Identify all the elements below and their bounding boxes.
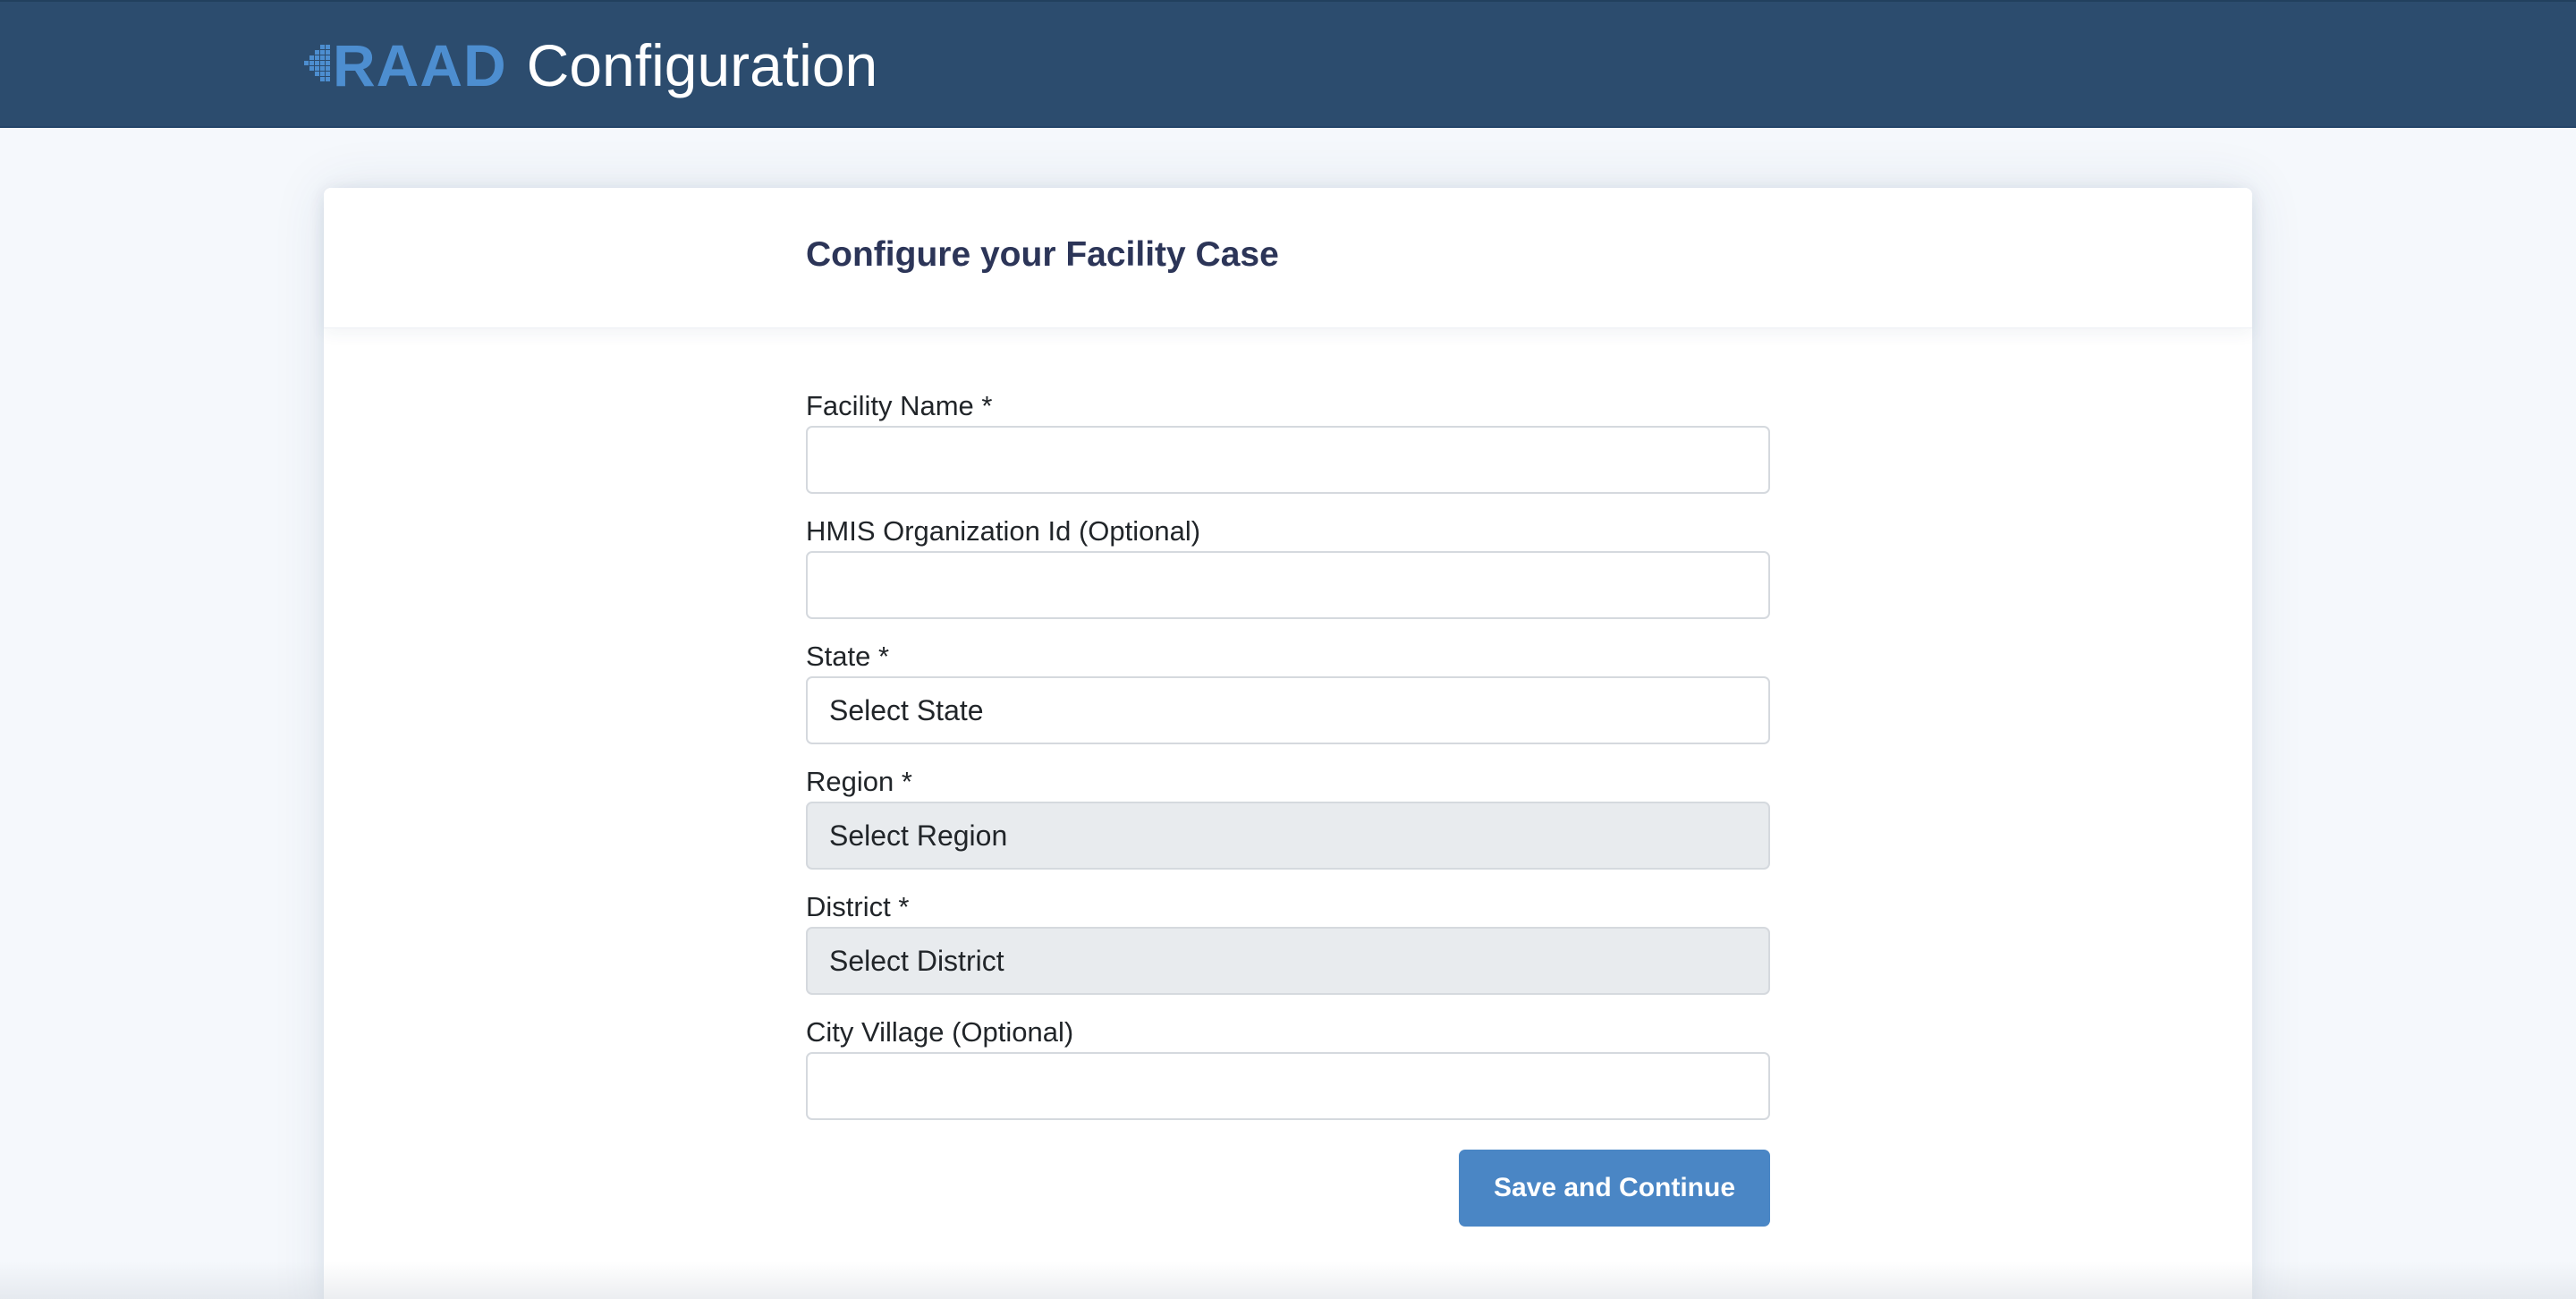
page: RAAD Configuration Configure your Facili… [0, 0, 2576, 1299]
district-select-value: Select District [829, 944, 1004, 977]
raad-logo[interactable]: RAAD [301, 25, 507, 106]
region-select-value: Select Region [829, 819, 1008, 852]
region-select[interactable]: Select Region [806, 802, 1770, 870]
region-label: Region * [806, 766, 912, 797]
hmis-org-id-label: HMIS Organization Id (Optional) [806, 515, 1201, 547]
card-header: Configure your Facility Case [324, 188, 2252, 328]
state-select-value: Select State [829, 693, 984, 726]
save-and-continue-button[interactable]: Save and Continue [1459, 1150, 1770, 1227]
facility-name-label: Facility Name * [806, 390, 993, 421]
config-card: Configure your Facility Case Facility Na… [324, 188, 2252, 1299]
logo-text: RAAD [333, 32, 507, 98]
city-village-input[interactable] [806, 1052, 1770, 1120]
top-navbar: RAAD Configuration [0, 0, 2576, 128]
page-title: Configuration [526, 32, 878, 98]
state-label: State * [806, 641, 890, 672]
city-village-label: City Village (Optional) [806, 1016, 1074, 1048]
district-select[interactable]: Select District [806, 927, 1770, 995]
state-select[interactable]: Select State [806, 676, 1770, 744]
brand: RAAD Configuration [301, 25, 877, 106]
hmis-org-id-input[interactable] [806, 551, 1770, 619]
facility-name-input[interactable] [806, 426, 1770, 494]
raad-logo-icon [304, 45, 330, 81]
card-title: Configure your Facility Case [806, 235, 1279, 274]
district-label: District * [806, 891, 910, 922]
